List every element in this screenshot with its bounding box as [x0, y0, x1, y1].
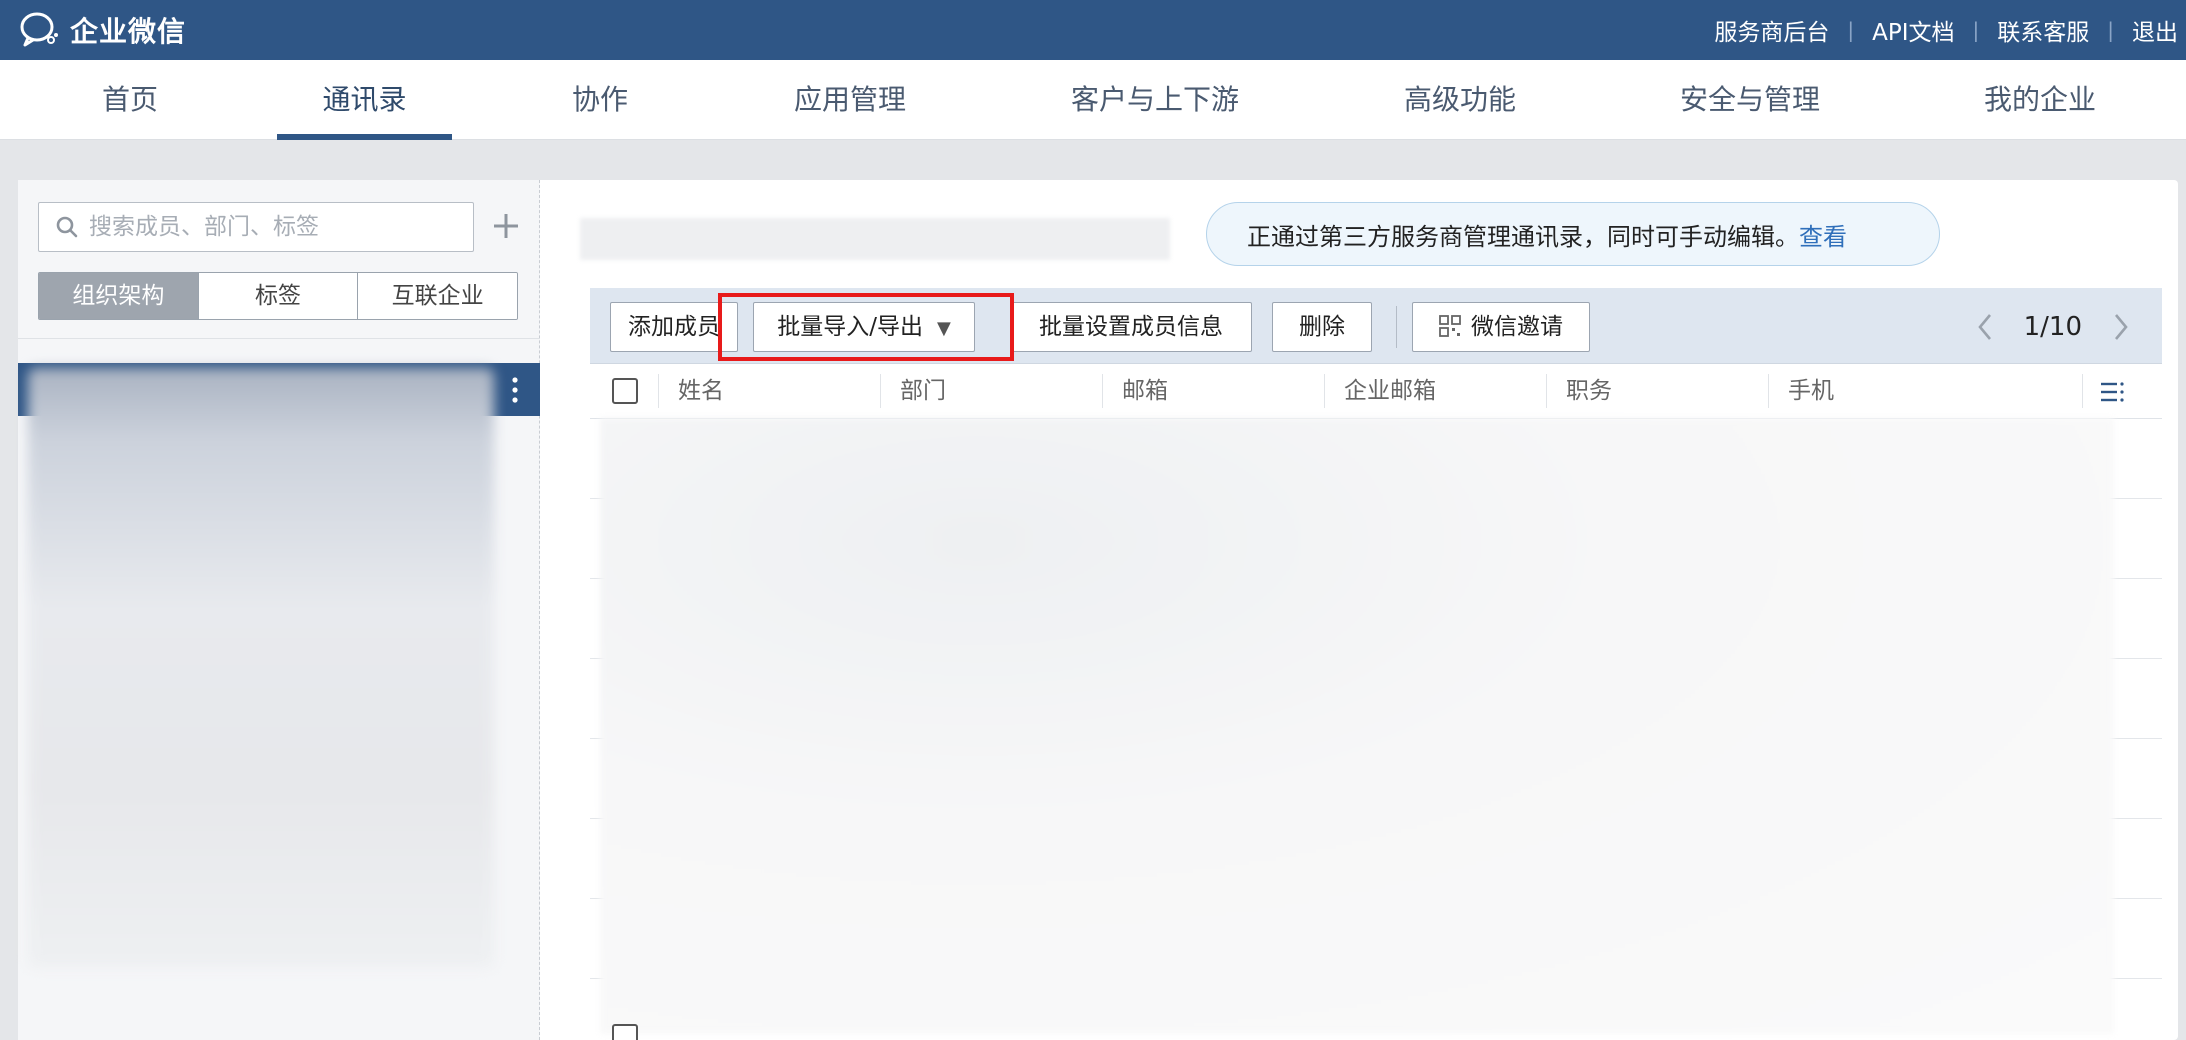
logout-link[interactable]: 退出: [2132, 13, 2178, 47]
api-docs-link[interactable]: API文档: [1872, 13, 1954, 47]
add-member-button[interactable]: 添加成员: [610, 302, 738, 352]
wework-logo-icon: [20, 12, 58, 47]
table-row-partial: [590, 1018, 2162, 1040]
divider: [18, 338, 540, 339]
notice-text: 正通过第三方服务商管理通讯录，同时可手动编辑。: [1247, 222, 1799, 251]
nav-item-app-management[interactable]: 应用管理: [770, 60, 930, 140]
app-title: 企业微信: [70, 15, 187, 48]
column-separator: [1546, 374, 1547, 408]
select-all-checkbox[interactable]: [612, 378, 638, 404]
column-header-company-email[interactable]: 企业邮箱: [1344, 364, 1436, 419]
prev-page-icon[interactable]: [1974, 311, 1996, 343]
column-header-email[interactable]: 邮箱: [1122, 364, 1168, 419]
tab-org-structure[interactable]: 组织架构: [39, 273, 198, 319]
qr-code-icon: [1439, 315, 1461, 337]
active-tab-indicator: [277, 134, 452, 140]
page-indicator: 1/10: [2023, 312, 2082, 342]
content-area: 正通过第三方服务商管理通讯录，同时可手动编辑。 查看 添加成员 批量导入/导出 ▼…: [558, 180, 2178, 1040]
notice-view-link[interactable]: 查看: [1799, 217, 1847, 252]
sidebar: 组织架构 标签 互联企业: [18, 180, 540, 1040]
logo[interactable]: 企业微信: [18, 10, 186, 50]
batch-import-export-label: 批量导入/导出: [777, 314, 923, 340]
top-links: 服务商后台 | API文档 | 联系客服 | 退出: [1714, 0, 2186, 60]
column-separator: [880, 374, 881, 408]
tab-tags[interactable]: 标签: [197, 273, 358, 319]
wechat-invite-label: 微信邀请: [1471, 314, 1563, 340]
row-checkbox[interactable]: [612, 1024, 638, 1040]
member-rows-redacted: [600, 418, 2114, 1034]
column-header-department[interactable]: 部门: [900, 364, 946, 419]
department-title-redacted: [580, 218, 1170, 260]
column-header-position[interactable]: 职务: [1566, 364, 1612, 419]
tab-linked-companies[interactable]: 互联企业: [357, 273, 517, 319]
add-department-icon[interactable]: [488, 208, 524, 244]
contact-support-link[interactable]: 联系客服: [1997, 13, 2089, 47]
nav-item-collaboration[interactable]: 协作: [530, 60, 670, 140]
nav-item-customers[interactable]: 客户与上下游: [1055, 60, 1255, 140]
sidebar-tabs: 组织架构 标签 互联企业: [38, 272, 518, 320]
search-icon: [56, 216, 78, 238]
search-input[interactable]: [89, 214, 449, 240]
separator: |: [1847, 18, 1855, 42]
separator: |: [1972, 18, 1980, 42]
service-provider-link[interactable]: 服务商后台: [1714, 13, 1829, 47]
dropdown-caret-icon: ▼: [936, 318, 951, 339]
nav-item-contacts[interactable]: 通讯录: [277, 60, 452, 140]
top-bar: 企业微信 服务商后台 | API文档 | 联系客服 | 退出: [0, 0, 2186, 60]
department-tree-redacted: [28, 368, 494, 968]
column-separator: [1768, 374, 1769, 408]
nav-item-my-company[interactable]: 我的企业: [1960, 60, 2120, 140]
batch-set-info-button[interactable]: 批量设置成员信息: [1010, 302, 1252, 352]
column-separator: [2082, 374, 2083, 408]
table-header: 姓名 部门 邮箱 企业邮箱 职务 手机: [590, 364, 2162, 419]
search-box[interactable]: [38, 202, 474, 252]
delete-button[interactable]: 删除: [1272, 302, 1372, 352]
column-separator: [1102, 374, 1103, 408]
toolbar: 添加成员 批量导入/导出 ▼ 批量设置成员信息 删除 微信邀请 1/10: [590, 288, 2162, 364]
nav-item-advanced[interactable]: 高级功能: [1380, 60, 1540, 140]
separator: |: [2107, 18, 2114, 42]
more-options-icon[interactable]: [509, 372, 521, 408]
nav-item-home[interactable]: 首页: [60, 60, 200, 140]
next-page-icon[interactable]: [2110, 311, 2132, 343]
column-settings-icon[interactable]: [2100, 380, 2126, 404]
wechat-invite-button[interactable]: 微信邀请: [1412, 302, 1590, 352]
main-nav: 首页 通讯录 协作 应用管理 客户与上下游 高级功能 安全与管理 我的企业: [0, 60, 2186, 140]
column-separator: [658, 374, 659, 408]
column-separator: [1324, 374, 1325, 408]
batch-import-export-button[interactable]: 批量导入/导出 ▼: [753, 302, 975, 352]
column-header-name[interactable]: 姓名: [678, 364, 724, 419]
nav-item-security[interactable]: 安全与管理: [1665, 60, 1835, 140]
toolbar-divider: [1396, 306, 1397, 348]
pager: 1/10: [1974, 302, 2132, 352]
main-panel: 组织架构 标签 互联企业 正通过第三方服务商管理通讯录，同时可手动编辑。 查看 …: [18, 180, 2178, 1040]
column-header-mobile[interactable]: 手机: [1788, 364, 1834, 419]
third-party-notice: 正通过第三方服务商管理通讯录，同时可手动编辑。 查看: [1206, 202, 1940, 266]
